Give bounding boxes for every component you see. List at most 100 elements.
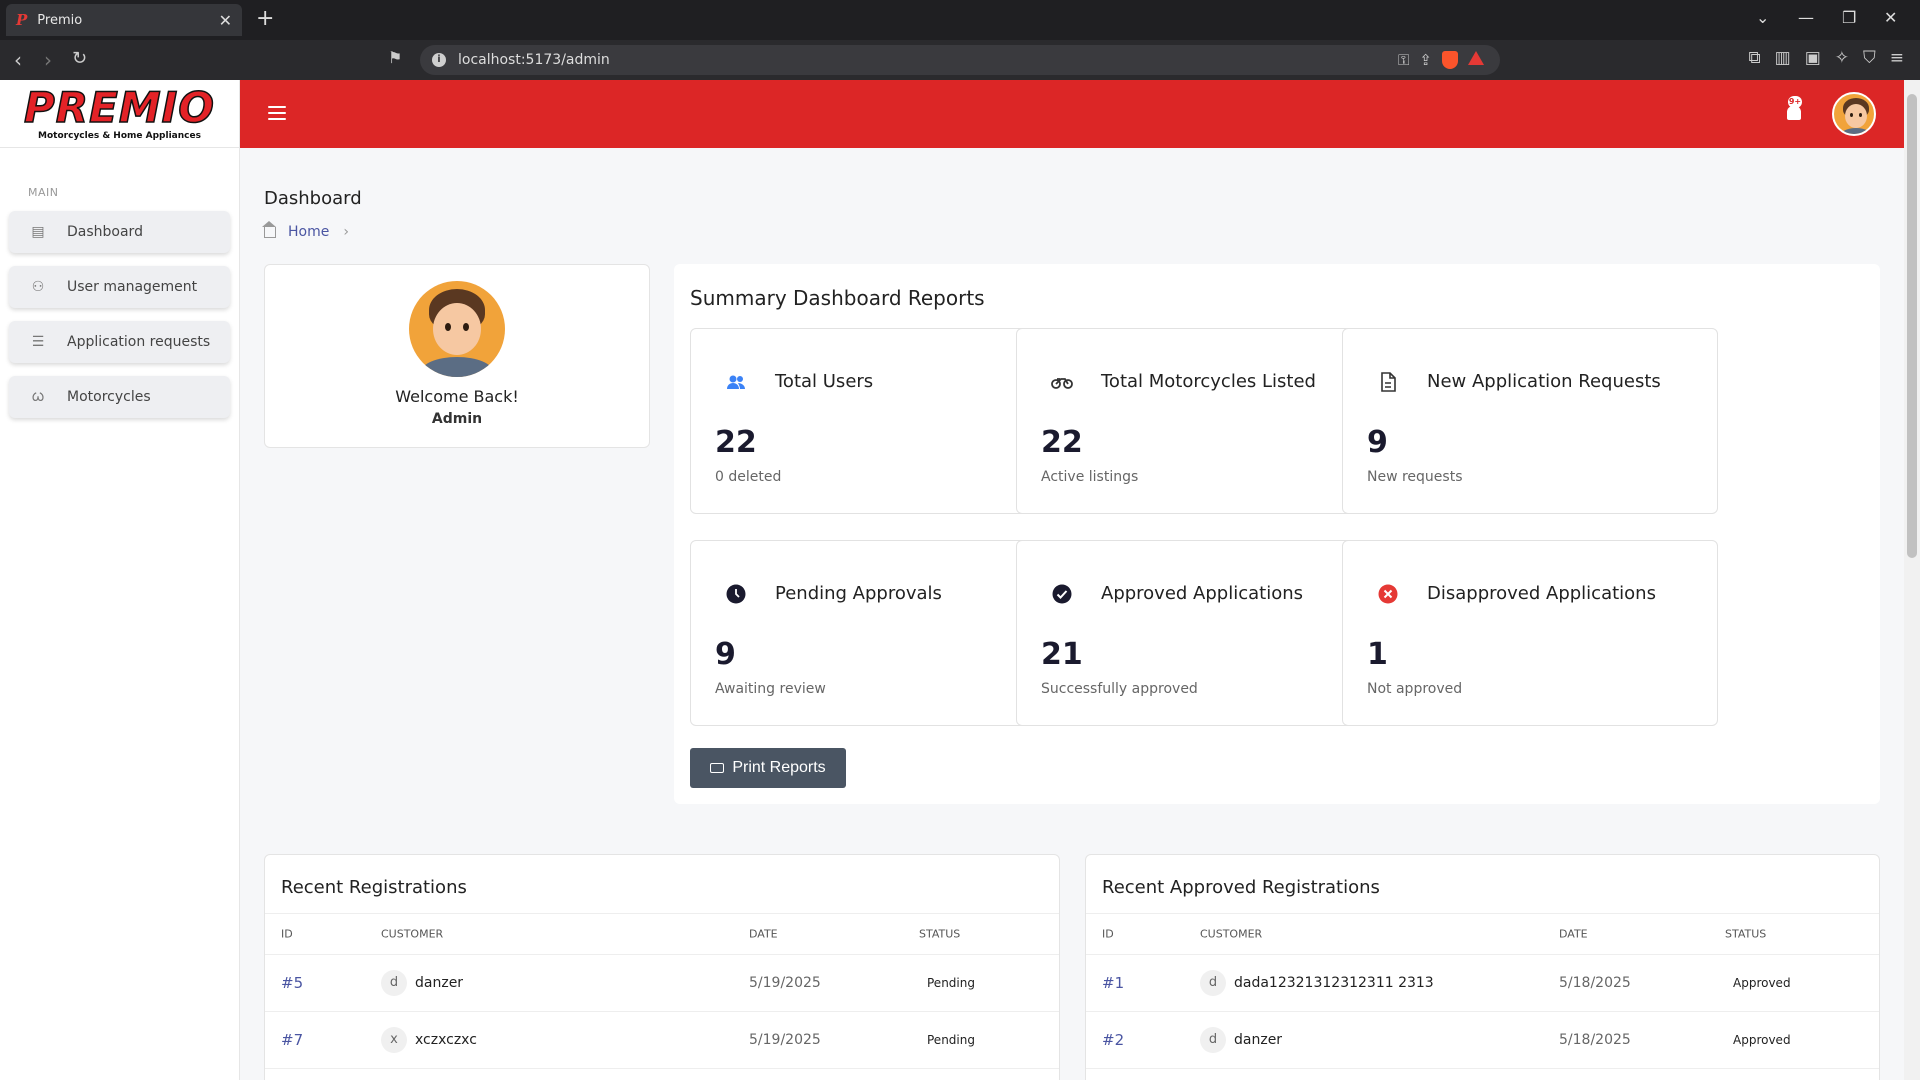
motorcycle-icon: [1051, 371, 1073, 393]
customer-initial-avatar: d: [1200, 970, 1226, 996]
notification-bell-icon[interactable]: 9+: [1784, 96, 1804, 126]
table-row: #7 x xczxczxc 5/19/2025 Pending: [265, 1012, 1059, 1069]
stat-value: 1: [1367, 637, 1388, 672]
notification-badge: 9+: [1788, 96, 1802, 108]
table-title: Recent Approved Registrations: [1102, 877, 1380, 898]
close-window-button[interactable]: ✕: [1884, 8, 1897, 27]
stat-card-new-application-requests: New Application Requests 9 New requests: [1342, 328, 1718, 514]
wallet-icon[interactable]: ▣: [1805, 48, 1821, 68]
column-header: DATE: [749, 927, 778, 941]
table-row: #1 d dada12321312312311 2313 5/18/2025 A…: [1086, 955, 1879, 1012]
sidebar-section-label: MAIN: [28, 186, 59, 199]
status-badge: Approved: [1733, 1033, 1791, 1047]
stat-subtext: New requests: [1367, 469, 1463, 485]
site-info-icon[interactable]: i: [432, 53, 446, 67]
column-header: STATUS: [1725, 927, 1767, 941]
home-icon: [262, 220, 276, 238]
welcome-greeting: Welcome Back!: [395, 387, 519, 406]
print-reports-button[interactable]: Print Reports: [690, 748, 846, 788]
stat-label: Pending Approvals: [775, 583, 942, 604]
status-badge: Approved: [1733, 976, 1791, 990]
row-date: 5/18/2025: [1559, 1032, 1631, 1048]
stat-value: 22: [1041, 425, 1083, 460]
motorcycle-icon: ᰃ: [31, 388, 45, 405]
menu-icon[interactable]: ≡: [1890, 48, 1904, 68]
x-circle-icon: [1377, 583, 1399, 605]
stat-value: 21: [1041, 637, 1083, 672]
sidebar-item-application-requests[interactable]: ☰ Application requests: [9, 321, 230, 363]
printer-icon: [710, 763, 725, 773]
summary-title: Summary Dashboard Reports: [690, 286, 985, 310]
key-icon[interactable]: ⚿: [1398, 51, 1409, 69]
scrollbar-thumb[interactable]: [1907, 94, 1917, 558]
column-header: ID: [1102, 927, 1114, 941]
bookmark-icon[interactable]: ⚑: [388, 48, 402, 67]
premio-logo[interactable]: PREMIO Motorcycles & Home Appliances: [0, 80, 239, 148]
clock-icon: [725, 583, 747, 605]
browser-tab[interactable]: P Premio ✕: [6, 4, 242, 36]
page-scrollbar[interactable]: [1904, 80, 1920, 1080]
row-id-link[interactable]: #5: [281, 974, 303, 992]
column-header: STATUS: [919, 927, 961, 941]
column-header: CUSTOMER: [1200, 927, 1263, 941]
forward-button[interactable]: ›: [44, 48, 52, 72]
stat-value: 9: [1367, 425, 1388, 460]
check-circle-icon: [1051, 583, 1073, 605]
customer-initial-avatar: d: [1200, 1027, 1226, 1053]
sidebar-item-label: Dashboard: [67, 224, 143, 240]
table-row: #5 d danzer 5/19/2025 Pending: [265, 955, 1059, 1012]
new-tab-button[interactable]: +: [256, 6, 274, 31]
column-header: DATE: [1559, 927, 1588, 941]
document-icon: [1377, 371, 1399, 393]
top-header: 9+: [240, 80, 1904, 148]
column-header: ID: [281, 927, 293, 941]
stat-card-disapproved-applications: Disapproved Applications 1 Not approved: [1342, 540, 1718, 726]
browser-toolbar: ‹ › ↻ ⚑ i localhost:5173/admin ⚿ ⇪ ⧉ ▥ ▣…: [0, 40, 1920, 80]
page-title: Dashboard: [264, 188, 362, 209]
sidebar: PREMIO Motorcycles & Home Appliances MAI…: [0, 80, 240, 1080]
vpn-icon[interactable]: ⛉: [1863, 48, 1876, 68]
row-id-link[interactable]: #2: [1102, 1031, 1124, 1049]
customer-initial-avatar: d: [381, 970, 407, 996]
main-content: Dashboard Home › Welcome Back! Admin Sum…: [240, 148, 1904, 1080]
users-icon: [725, 371, 747, 393]
brave-shields-icon[interactable]: [1442, 51, 1458, 69]
customer-name: xczxczxc: [415, 1032, 477, 1048]
sidebar-item-motorcycles[interactable]: ᰃ Motorcycles: [9, 376, 230, 418]
brave-rewards-icon[interactable]: [1468, 51, 1484, 65]
column-header: CUSTOMER: [381, 927, 444, 941]
table-header: ID CUSTOMER DATE STATUS: [265, 913, 1059, 955]
share-icon[interactable]: ⇪: [1419, 51, 1432, 69]
customer-initial-avatar: x: [381, 1027, 407, 1053]
stat-subtext: Not approved: [1367, 681, 1463, 697]
hamburger-menu-icon[interactable]: [268, 106, 286, 120]
admin-avatar: [409, 281, 505, 377]
table-title: Recent Registrations: [281, 877, 467, 898]
sidebar-item-dashboard[interactable]: ▤ Dashboard: [9, 211, 230, 253]
leo-ai-icon[interactable]: ✧: [1835, 48, 1849, 68]
summary-reports-panel: Summary Dashboard Reports Total Users 22…: [674, 264, 1880, 804]
breadcrumb: Home ›: [262, 220, 349, 240]
stat-card-pending-approvals: Pending Approvals 9 Awaiting review: [690, 540, 1066, 726]
breadcrumb-home-link[interactable]: Home: [288, 224, 329, 240]
tab-search-chevron-icon[interactable]: ⌄: [1756, 8, 1769, 27]
stat-label: Total Motorcycles Listed: [1101, 371, 1316, 392]
row-id-link[interactable]: #7: [281, 1031, 303, 1049]
tab-title: Premio: [37, 12, 83, 28]
reload-button[interactable]: ↻: [72, 48, 87, 69]
url-text: localhost:5173/admin: [458, 52, 610, 68]
back-button[interactable]: ‹: [14, 48, 22, 72]
close-tab-icon[interactable]: ✕: [219, 11, 232, 30]
sidebar-toggle-icon[interactable]: ▥: [1775, 48, 1791, 68]
sidebar-item-user-management[interactable]: ⚇ User management: [9, 266, 230, 308]
restore-window-button[interactable]: ❐: [1842, 8, 1856, 27]
row-id-link[interactable]: #1: [1102, 974, 1124, 992]
address-bar[interactable]: i localhost:5173/admin ⚿ ⇪: [420, 45, 1500, 75]
sidebar-item-label: Application requests: [67, 334, 211, 350]
row-date: 5/19/2025: [749, 975, 821, 991]
recent-registrations-table: Recent Registrations ID CUSTOMER DATE ST…: [264, 854, 1060, 1080]
stat-card-total-motorcycles: Total Motorcycles Listed 22 Active listi…: [1016, 328, 1392, 514]
extensions-icon[interactable]: ⧉: [1748, 48, 1760, 68]
user-avatar[interactable]: [1832, 92, 1876, 136]
minimize-window-button[interactable]: —: [1798, 8, 1814, 27]
